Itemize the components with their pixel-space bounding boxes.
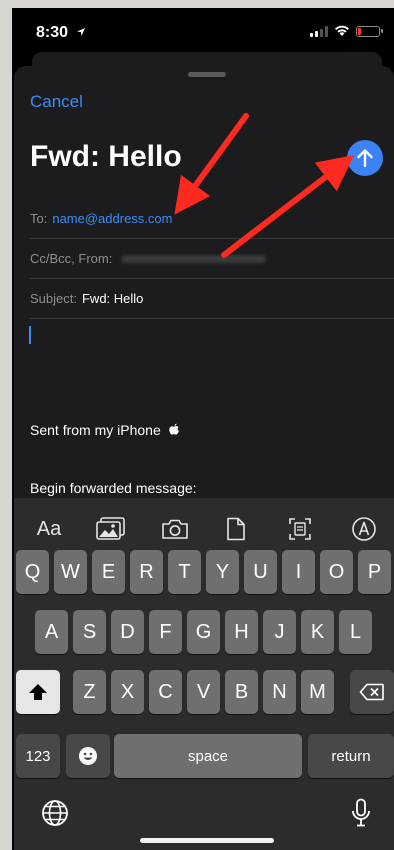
annotation-arrow-to-field — [174, 113, 249, 215]
annotation-arrows — [174, 113, 355, 258]
annotation-arrow-send-button — [221, 155, 355, 258]
phone-screen: 8:30 Cancel Fwd: Hello To: name@address.… — [12, 8, 394, 850]
